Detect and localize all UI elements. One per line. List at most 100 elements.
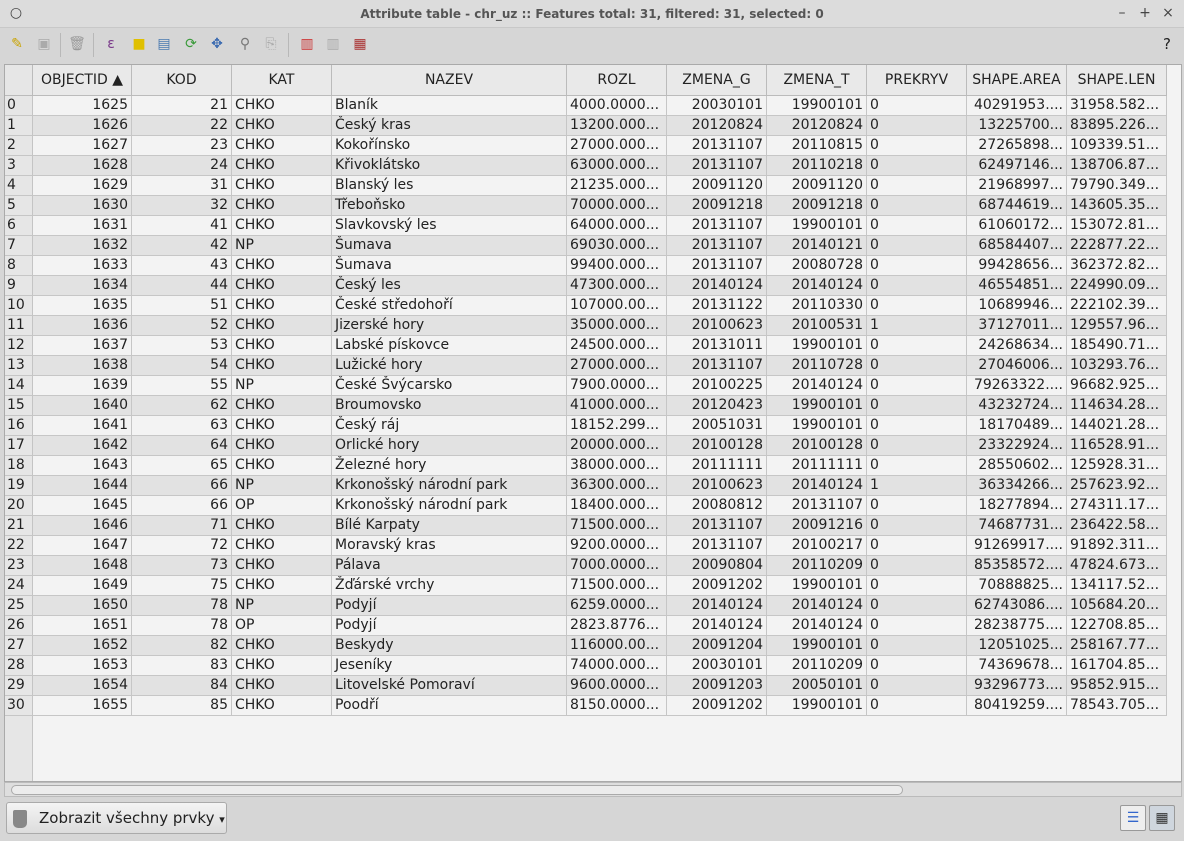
cell-zmena-g[interactable]: 20051031 <box>667 416 767 436</box>
cell-prekryv[interactable]: 0 <box>867 696 967 716</box>
cell-shape-len[interactable]: 236422.58... <box>1067 516 1167 536</box>
cell-objectid[interactable]: 1631 <box>33 216 132 236</box>
attribute-table[interactable]: OBJECTID ▲ KOD KAT NAZEV ROZL ZMENA_G ZMENA_T P… <box>4 64 1182 782</box>
cell-kat[interactable]: CHKO <box>232 336 332 356</box>
cell-objectid[interactable]: 1635 <box>33 296 132 316</box>
cell-nazev[interactable]: Litovelské Pomoraví <box>332 676 567 696</box>
cell-rozl[interactable]: 27000.000... <box>567 136 667 156</box>
cell-kod[interactable]: 65 <box>132 456 232 476</box>
cell-shape-len[interactable]: 95852.915... <box>1067 676 1167 696</box>
cell-shape-len[interactable]: 114634.28... <box>1067 396 1167 416</box>
cell-zmena-t[interactable]: 20110209 <box>767 556 867 576</box>
cell-prekryv[interactable]: 1 <box>867 476 967 496</box>
cell-zmena-t[interactable]: 20140124 <box>767 616 867 636</box>
cell-rozl[interactable]: 64000.000... <box>567 216 667 236</box>
cell-shape-area[interactable]: 40291953.... <box>967 96 1067 116</box>
cell-kod[interactable]: 43 <box>132 256 232 276</box>
cell-kat[interactable]: CHKO <box>232 256 332 276</box>
cell-rozl[interactable]: 8150.0000... <box>567 696 667 716</box>
cell-shape-len[interactable]: 257623.92... <box>1067 476 1167 496</box>
cell-zmena-t[interactable]: 20140121 <box>767 236 867 256</box>
table-row[interactable]: 1627 23 CHKO Kokořínsko 27000.000... 20131107… <box>5 136 1167 156</box>
cell-nazev[interactable]: Krkonošský národní park <box>332 476 567 496</box>
cell-kat[interactable]: CHKO <box>232 576 332 596</box>
cell-objectid[interactable]: 1648 <box>33 556 132 576</box>
cell-kat[interactable]: CHKO <box>232 276 332 296</box>
cell-prekryv[interactable]: 0 <box>867 596 967 616</box>
cell-kod[interactable]: 24 <box>132 156 232 176</box>
cell-shape-area[interactable]: 23322924... <box>967 436 1067 456</box>
cell-shape-area[interactable]: 61060172... <box>967 216 1067 236</box>
table-row[interactable]: 1634 44 CHKO Český les 47300.000... 20140124 2… <box>5 276 1167 296</box>
cell-shape-area[interactable]: 93296773.... <box>967 676 1067 696</box>
cell-shape-area[interactable]: 28550602... <box>967 456 1067 476</box>
table-row[interactable]: 1651 78 OP Podyjí 2823.8776... 20140124 201401… <box>5 616 1167 636</box>
expression-select-icon[interactable]: ε <box>100 33 122 55</box>
cell-objectid[interactable]: 1625 <box>33 96 132 116</box>
cell-zmena-g[interactable]: 20131107 <box>667 516 767 536</box>
cell-shape-area[interactable]: 62743086.... <box>967 596 1067 616</box>
cell-nazev[interactable]: Žďárské vrchy <box>332 576 567 596</box>
cell-objectid[interactable]: 1642 <box>33 436 132 456</box>
cell-prekryv[interactable]: 0 <box>867 556 967 576</box>
cell-prekryv[interactable]: 0 <box>867 296 967 316</box>
cell-rozl[interactable]: 27000.000... <box>567 356 667 376</box>
cell-kat[interactable]: CHKO <box>232 696 332 716</box>
cell-kod[interactable]: 66 <box>132 476 232 496</box>
cell-zmena-t[interactable]: 20110330 <box>767 296 867 316</box>
cell-zmena-t[interactable]: 20100128 <box>767 436 867 456</box>
cell-shape-area[interactable]: 36334266... <box>967 476 1067 496</box>
cell-nazev[interactable]: Šumava <box>332 236 567 256</box>
cell-zmena-t[interactable]: 19900101 <box>767 96 867 116</box>
cell-objectid[interactable]: 1650 <box>33 596 132 616</box>
cell-zmena-g[interactable]: 20131107 <box>667 216 767 236</box>
cell-shape-len[interactable]: 185490.71... <box>1067 336 1167 356</box>
cell-kod[interactable]: 73 <box>132 556 232 576</box>
cell-zmena-g[interactable]: 20120824 <box>667 116 767 136</box>
cell-rozl[interactable]: 7900.0000... <box>567 376 667 396</box>
cell-zmena-g[interactable]: 20091203 <box>667 676 767 696</box>
cell-zmena-t[interactable]: 20111111 <box>767 456 867 476</box>
cell-rozl[interactable]: 24500.000... <box>567 336 667 356</box>
column-header-objectid[interactable]: OBJECTID ▲ <box>33 65 132 96</box>
cell-objectid[interactable]: 1628 <box>33 156 132 176</box>
cell-prekryv[interactable]: 0 <box>867 636 967 656</box>
table-row[interactable]: 1645 66 OP Krkonošský národní park 18400.000… <box>5 496 1167 516</box>
cell-kat[interactable]: CHKO <box>232 136 332 156</box>
cell-objectid[interactable]: 1647 <box>33 536 132 556</box>
table-row[interactable]: 1633 43 CHKO Šumava 99400.000... 20131107 2008… <box>5 256 1167 276</box>
cell-objectid[interactable]: 1655 <box>33 696 132 716</box>
cell-rozl[interactable]: 6259.0000... <box>567 596 667 616</box>
cell-rozl[interactable]: 71500.000... <box>567 516 667 536</box>
cell-shape-len[interactable]: 122708.85... <box>1067 616 1167 636</box>
cell-shape-len[interactable]: 116528.91... <box>1067 436 1167 456</box>
cell-kat[interactable]: OP <box>232 616 332 636</box>
cell-objectid[interactable]: 1641 <box>33 416 132 436</box>
cell-kat[interactable]: CHKO <box>232 656 332 676</box>
cell-zmena-g[interactable]: 20140124 <box>667 616 767 636</box>
table-row[interactable]: 1626 22 CHKO Český kras 13200.000... 20120824… <box>5 116 1167 136</box>
cell-kat[interactable]: CHKO <box>232 196 332 216</box>
table-row[interactable]: 1649 75 CHKO Žďárské vrchy 71500.000... 20091… <box>5 576 1167 596</box>
cell-zmena-t[interactable]: 20110728 <box>767 356 867 376</box>
cell-kod[interactable]: 44 <box>132 276 232 296</box>
cell-kat[interactable]: CHKO <box>232 436 332 456</box>
table-row[interactable]: 1655 85 CHKO Poodří 8150.0000... 20091202 1990… <box>5 696 1167 716</box>
pan-to-selection-icon[interactable]: ✥ <box>206 33 228 55</box>
cell-kod[interactable]: 55 <box>132 376 232 396</box>
column-header-nazev[interactable]: NAZEV <box>332 65 567 96</box>
cell-kod[interactable]: 31 <box>132 176 232 196</box>
cell-kod[interactable]: 66 <box>132 496 232 516</box>
cell-zmena-g[interactable]: 20120423 <box>667 396 767 416</box>
cell-nazev[interactable]: Pálava <box>332 556 567 576</box>
cell-prekryv[interactable]: 0 <box>867 436 967 456</box>
cell-rozl[interactable]: 9200.0000... <box>567 536 667 556</box>
table-row[interactable]: 1648 73 CHKO Pálava 7000.0000... 20090804 2011… <box>5 556 1167 576</box>
cell-objectid[interactable]: 1633 <box>33 256 132 276</box>
cell-zmena-g[interactable]: 20140124 <box>667 596 767 616</box>
cell-shape-len[interactable]: 258167.77... <box>1067 636 1167 656</box>
cell-kod[interactable]: 83 <box>132 656 232 676</box>
cell-kat[interactable]: CHKO <box>232 676 332 696</box>
cell-kat[interactable]: CHKO <box>232 556 332 576</box>
cell-prekryv[interactable]: 1 <box>867 316 967 336</box>
